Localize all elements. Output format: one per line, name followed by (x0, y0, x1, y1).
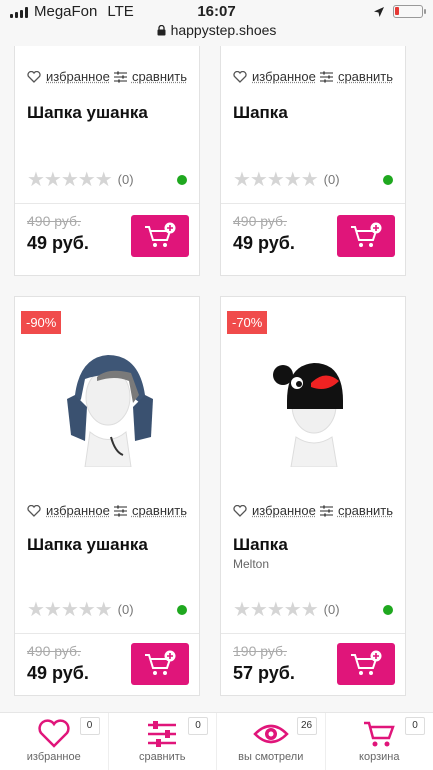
card-actions: избранное сравнить (221, 503, 405, 518)
favorite-button[interactable]: избранное (27, 69, 110, 84)
star-rating-icon: ★★★★★ (233, 169, 319, 191)
url-text: happystep.shoes (170, 22, 277, 38)
price: 49 руб. (233, 233, 295, 253)
star-rating-icon: ★★★★★ (27, 169, 113, 191)
sliders-icon (319, 505, 333, 516)
product-title[interactable]: Шапка (233, 103, 288, 123)
nav-label: избранное (26, 751, 81, 763)
compare-button[interactable]: сравнить (113, 69, 187, 84)
sliders-icon (319, 71, 333, 82)
nav-cart[interactable]: корзина 0 (326, 713, 433, 770)
status-icons (373, 5, 426, 18)
price: 49 руб. (27, 663, 89, 683)
nav-count-badge: 0 (405, 717, 425, 735)
product-card[interactable]: -70% избранное сравнить Шапка Melton ★★★… (220, 296, 406, 696)
nav-compare[interactable]: сравнить 0 (109, 713, 217, 770)
rating-count: (0) (117, 602, 134, 617)
old-price: 490 руб. (27, 643, 81, 659)
product-card[interactable]: -90% избранное сравнить Шапка ушанка ★★★… (14, 296, 200, 696)
rating-count: (0) (117, 172, 134, 187)
in-stock-indicator (177, 174, 187, 185)
star-rating-icon: ★★★★★ (233, 599, 319, 621)
old-price: 490 руб. (233, 213, 287, 229)
old-price: 190 руб. (233, 643, 287, 659)
nav-count-badge: 0 (79, 717, 100, 735)
card-actions: избранное сравнить (221, 69, 405, 84)
lock-icon (157, 24, 166, 35)
divider (221, 203, 405, 204)
heart-outline-icon (233, 70, 247, 83)
star-rating-icon: ★★★★★ (27, 599, 113, 621)
product-title[interactable]: Шапка (233, 535, 288, 555)
status-bar: MegaFon LTE 16:07 happystep.shoes (0, 0, 433, 46)
heart-icon (38, 719, 70, 748)
address-bar[interactable]: happystep.shoes (0, 22, 433, 38)
add-to-cart-button[interactable] (337, 215, 395, 257)
rating-count: (0) (323, 172, 340, 187)
rating-count: (0) (323, 602, 340, 617)
heart-outline-icon (27, 70, 41, 83)
in-stock-indicator (383, 604, 393, 615)
battery-icon (393, 5, 426, 18)
favorite-button[interactable]: избранное (27, 503, 110, 518)
product-card[interactable]: избранное сравнить Шапка ушанка ★★★★★ (0… (14, 46, 200, 276)
product-brand: Melton (233, 557, 270, 571)
divider (15, 633, 199, 634)
rating: ★★★★★ (0) (233, 597, 393, 622)
add-to-cart-button[interactable] (337, 643, 395, 685)
sliders-icon (113, 71, 127, 82)
rating: ★★★★★ (0) (27, 597, 187, 622)
compare-button[interactable]: сравнить (113, 503, 187, 518)
location-arrow-icon (374, 6, 384, 17)
heart-outline-icon (233, 504, 247, 517)
nav-count-badge: 0 (188, 717, 208, 735)
cart-icon (364, 721, 396, 747)
rating: ★★★★★ (0) (233, 167, 393, 192)
battery-level (395, 7, 399, 15)
favorite-button[interactable]: избранное (233, 503, 316, 518)
compare-button[interactable]: сравнить (319, 503, 393, 518)
card-actions: избранное сравнить (15, 69, 199, 84)
cart-plus-icon (351, 222, 382, 247)
compare-button[interactable]: сравнить (319, 69, 393, 84)
in-stock-indicator (383, 174, 393, 185)
card-actions: избранное сравнить (15, 503, 199, 518)
add-to-cart-button[interactable] (131, 643, 189, 685)
product-title[interactable]: Шапка ушанка (27, 535, 148, 555)
bottom-nav: избранное 0 сравнить 0 вы смотрели 26 ко… (0, 712, 433, 770)
price: 49 руб. (27, 233, 89, 253)
add-to-cart-button[interactable] (131, 215, 189, 257)
divider (221, 633, 405, 634)
nav-label: сравнить (138, 751, 186, 763)
product-grid: избранное сравнить Шапка ушанка ★★★★★ (0… (0, 46, 433, 712)
old-price: 490 руб. (27, 213, 81, 229)
cart-plus-icon (351, 650, 382, 675)
favorite-button[interactable]: избранное (233, 69, 316, 84)
price: 57 руб. (233, 663, 295, 683)
sliders-icon (148, 721, 177, 747)
product-title[interactable]: Шапка ушанка (27, 103, 148, 123)
nav-label: корзина (359, 751, 400, 763)
divider (15, 203, 199, 204)
nav-count-badge: 26 (296, 717, 317, 735)
clock: 16:07 (197, 3, 236, 20)
cart-plus-icon (145, 222, 176, 247)
nav-label: вы смотрели (238, 751, 304, 763)
heart-outline-icon (27, 504, 41, 517)
discount-badge: -90% (21, 311, 62, 334)
cart-plus-icon (145, 650, 176, 675)
discount-badge: -70% (227, 311, 268, 334)
eye-icon (252, 724, 289, 744)
nav-viewed[interactable]: вы смотрели 26 (217, 713, 326, 770)
sliders-icon (113, 505, 127, 516)
product-card[interactable]: избранное сравнить Шапка ★★★★★ (0) 490 р… (220, 46, 406, 276)
in-stock-indicator (177, 604, 187, 615)
product-image[interactable] (241, 337, 387, 467)
product-image[interactable] (35, 337, 181, 467)
rating: ★★★★★ (0) (27, 167, 187, 192)
nav-favorites[interactable]: избранное 0 (0, 713, 109, 770)
